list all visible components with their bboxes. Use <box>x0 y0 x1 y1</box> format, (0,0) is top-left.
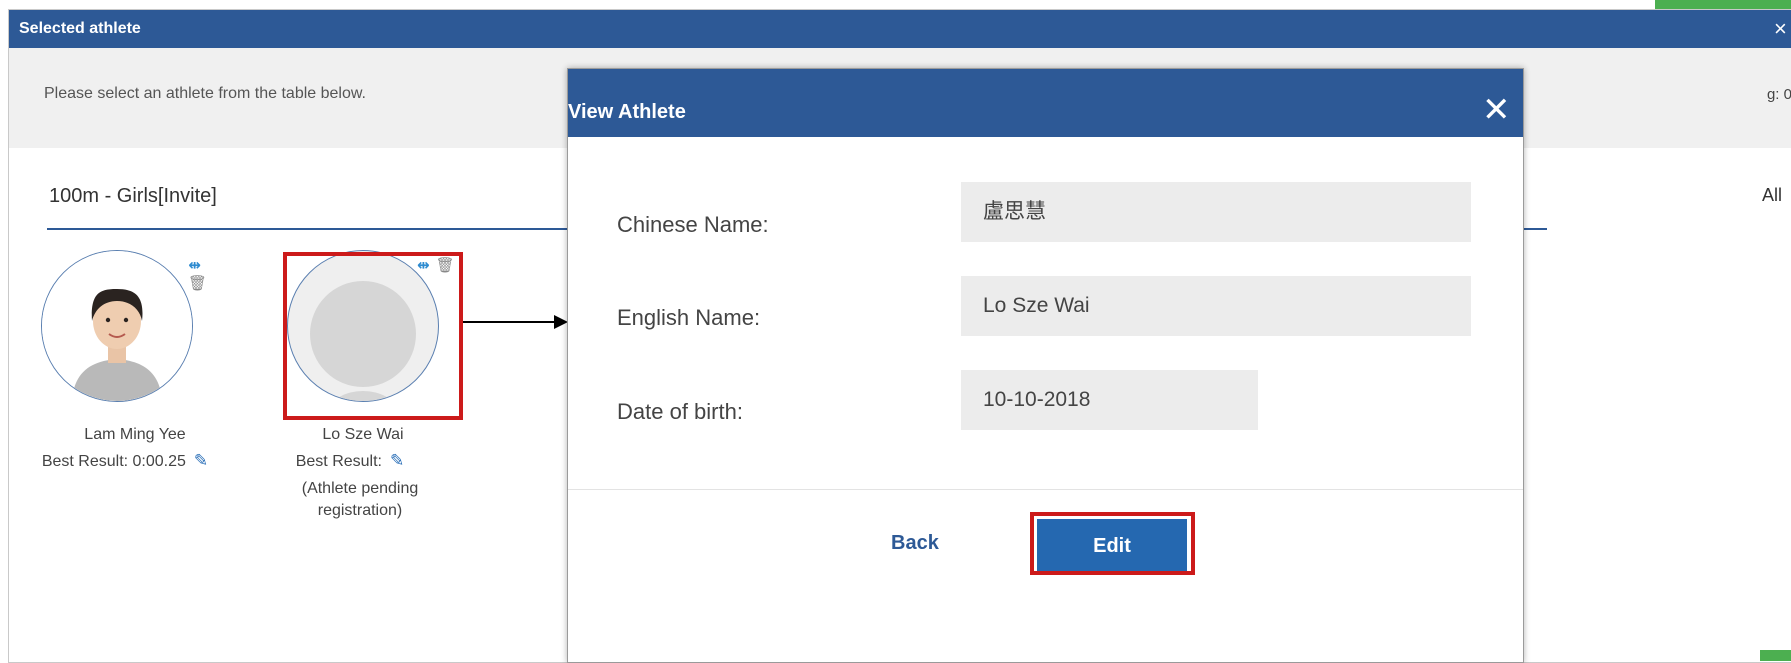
best-result-text: Best Result: <box>295 453 382 470</box>
dialog-title: Selected athlete <box>19 20 141 37</box>
pending-note-line2: registration) <box>317 502 403 519</box>
modal-close-icon[interactable]: ✕ <box>1482 85 1511 135</box>
highlight-edit-box <box>1030 512 1195 575</box>
athlete-pending-note: (Athlete pending registration) <box>250 478 470 522</box>
english-name-label: English Name: <box>617 305 761 330</box>
athlete-best-result: Best Result: 0:00.25 ✎ <box>15 451 235 471</box>
edit-result-pencil-icon[interactable]: ✎ <box>194 451 208 470</box>
link-icon[interactable]: ⇹ <box>188 257 201 274</box>
chinese-name-value: 盧思慧 <box>961 182 1471 242</box>
highlight-athlete-box <box>283 252 463 420</box>
callout-arrow-head-icon <box>554 315 568 329</box>
callout-arrow-line <box>463 321 558 323</box>
dob-value: 10-10-2018 <box>961 370 1258 430</box>
modal-footer-divider <box>568 489 1523 490</box>
decorative-green-corner <box>1760 650 1791 661</box>
athlete-best-result: Best Result: ✎ <box>240 451 460 471</box>
athlete-avatar[interactable] <box>41 250 193 402</box>
select-all-link[interactable]: All <box>1762 185 1782 206</box>
chinese-name-label: Chinese Name: <box>617 212 769 237</box>
english-name-value: Lo Sze Wai <box>961 276 1471 336</box>
athlete-name: Lo Sze Wai <box>322 426 404 443</box>
athlete-name: Lam Ming Yee <box>84 426 186 443</box>
athlete-photo <box>42 251 192 401</box>
selected-count-text: g: 0 <box>1766 86 1791 103</box>
back-button[interactable]: Back <box>891 532 939 555</box>
best-result-text: Best Result: 0:00.25 <box>41 453 186 470</box>
dob-label: Date of birth: <box>617 399 743 424</box>
dialog-close-icon[interactable]: × <box>1774 10 1791 48</box>
modal-body: Chinese Name: 盧思慧 English Name: Lo Sze W… <box>568 137 1523 489</box>
event-title: 100m - Girls[Invite] <box>49 185 217 207</box>
instruction-text: Please select an athlete from the table … <box>44 85 366 102</box>
athlete-tools: ⇹🗑 <box>188 256 207 292</box>
trash-icon[interactable]: 🗑 <box>188 275 207 292</box>
edit-result-pencil-icon[interactable]: ✎ <box>390 451 404 470</box>
pending-note-line1: (Athlete pending <box>301 480 419 497</box>
dialog-header: Selected athlete × <box>9 10 1791 48</box>
modal-title: View Athlete <box>568 101 686 123</box>
modal-header: View Athlete ✕ <box>568 69 1523 137</box>
